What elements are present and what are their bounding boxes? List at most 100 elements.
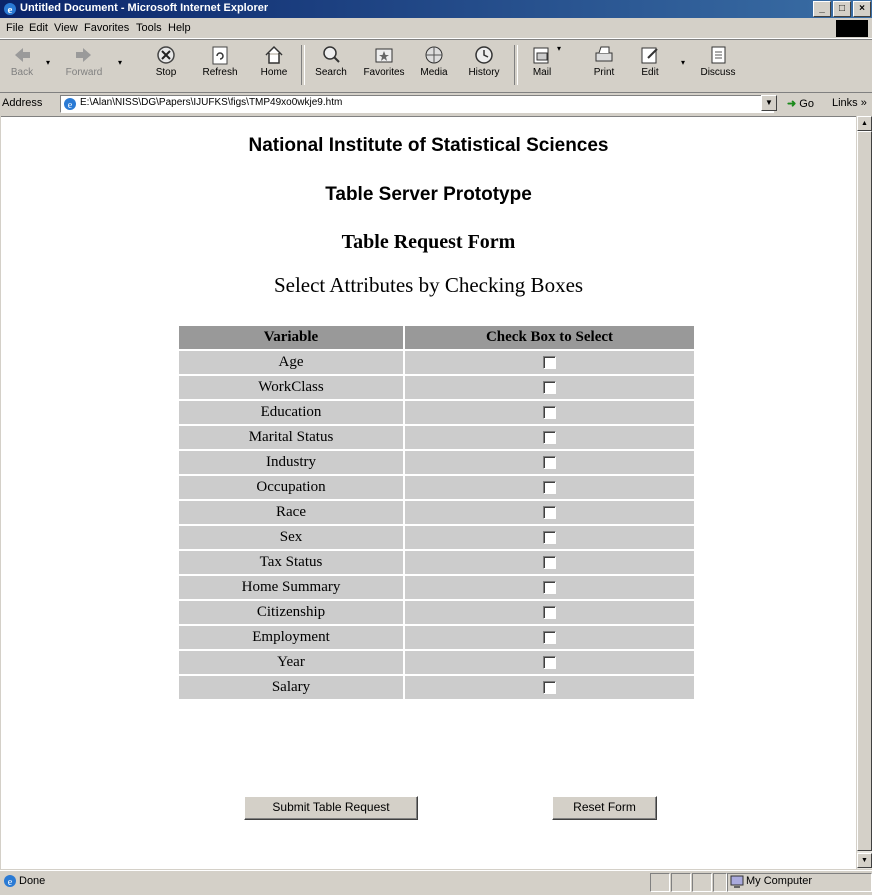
window-title: Untitled Document - Microsoft Internet E…	[20, 2, 269, 14]
forward-button[interactable]: Forward	[56, 42, 112, 88]
variable-name: WorkClass	[179, 376, 403, 399]
ie-icon: e	[4, 3, 16, 16]
checkbox-age[interactable]	[543, 356, 556, 370]
menu-help[interactable]: Help	[168, 22, 191, 34]
windows-logo	[836, 20, 868, 37]
stop-button[interactable]: Stop	[146, 42, 186, 88]
menu-view[interactable]: View	[54, 22, 78, 34]
home-button[interactable]: Home	[254, 42, 294, 88]
page-icon: e	[64, 98, 76, 111]
menu-file[interactable]: File	[6, 22, 24, 34]
checkbox-sex[interactable]	[543, 531, 556, 545]
discuss-button[interactable]: Discuss	[692, 42, 744, 88]
table-row: Occupation	[179, 476, 694, 499]
address-dropdown-icon[interactable]: ▼	[761, 95, 777, 111]
address-url: E:\Alan\NISS\DG\Papers\IJUFKS\figs\TMP49…	[80, 97, 343, 108]
scroll-up-icon[interactable]: ▲	[857, 116, 872, 131]
search-button[interactable]: Search	[308, 42, 354, 88]
variable-name: Salary	[179, 676, 403, 699]
table-row: Tax Status	[179, 551, 694, 574]
variable-name: Tax Status	[179, 551, 403, 574]
print-button[interactable]: Print	[584, 42, 624, 88]
status-bar: e Done My Computer	[0, 870, 872, 895]
menu-tools[interactable]: Tools	[136, 22, 162, 34]
menu-edit[interactable]: Edit	[29, 22, 48, 34]
table-row: Sex	[179, 526, 694, 549]
mail-button[interactable]: Mail	[522, 42, 562, 88]
checkbox-home-summary[interactable]	[543, 581, 556, 595]
address-input[interactable]: e E:\Alan\NISS\DG\Papers\IJUFKS\figs\TMP…	[60, 95, 774, 113]
home-icon	[265, 45, 283, 64]
edit-icon	[641, 47, 658, 64]
media-icon	[425, 46, 443, 64]
table-row: Home Summary	[179, 576, 694, 599]
edit-button[interactable]: Edit	[632, 42, 668, 88]
page-heading-form: Table Request Form	[341, 231, 516, 253]
history-button[interactable]: History	[462, 42, 506, 88]
maximize-button[interactable]: □	[833, 1, 851, 17]
variable-name: Marital Status	[179, 426, 403, 449]
mail-dropdown-icon[interactable]: ▾	[557, 44, 561, 53]
reset-form-button[interactable]: Reset Form	[552, 796, 657, 820]
back-dropdown-icon[interactable]: ▾	[46, 58, 50, 67]
refresh-icon	[212, 46, 228, 65]
checkbox-workclass[interactable]	[543, 381, 556, 395]
edit-dropdown-icon[interactable]: ▾	[681, 58, 685, 67]
go-button[interactable]: ➜ Go	[787, 97, 814, 110]
svg-text:e: e	[8, 4, 13, 16]
media-button[interactable]: Media	[414, 42, 454, 88]
table-row: Year	[179, 651, 694, 674]
title-bar: e Untitled Document - Microsoft Internet…	[0, 0, 872, 18]
checkbox-year[interactable]	[543, 656, 556, 670]
favorites-icon	[375, 48, 393, 63]
search-icon	[323, 46, 340, 63]
variable-name: Employment	[179, 626, 403, 649]
page-content: National Institute of Statistical Scienc…	[1, 116, 856, 869]
checkbox-industry[interactable]	[543, 456, 556, 470]
status-text: Done	[19, 875, 46, 887]
table-row: Marital Status	[179, 426, 694, 449]
forward-dropdown-icon[interactable]: ▾	[118, 58, 122, 67]
variable-name: Occupation	[179, 476, 403, 499]
submit-table-request-button[interactable]: Submit Table Request	[244, 796, 418, 820]
svg-text:e: e	[8, 877, 13, 888]
checkbox-marital-status[interactable]	[543, 431, 556, 445]
checkbox-occupation[interactable]	[543, 481, 556, 495]
menu-favorites[interactable]: Favorites	[84, 22, 129, 34]
checkbox-salary[interactable]	[543, 681, 556, 695]
table-row: Age	[179, 351, 694, 374]
vertical-scrollbar[interactable]: ▲ ▼	[857, 116, 872, 869]
refresh-button[interactable]: Refresh	[196, 42, 244, 88]
links-button[interactable]: Links »	[832, 97, 867, 109]
variable-name: Home Summary	[179, 576, 403, 599]
address-label: Address	[2, 97, 43, 109]
variable-name: Race	[179, 501, 403, 524]
variable-name: Age	[179, 351, 403, 374]
close-button[interactable]: ×	[853, 1, 871, 17]
variable-name: Sex	[179, 526, 403, 549]
checkbox-employment[interactable]	[543, 631, 556, 645]
checkbox-citizenship[interactable]	[543, 606, 556, 620]
favorites-button[interactable]: Favorites	[358, 42, 410, 88]
table-row: Industry	[179, 451, 694, 474]
minimize-button[interactable]: _	[813, 1, 831, 17]
toolbar: Back ▾ Forward ▾ Stop Refresh Home Searc…	[0, 39, 872, 93]
discuss-icon	[711, 46, 726, 64]
checkbox-education[interactable]	[543, 406, 556, 420]
page-heading-instructions: Select Attributes by Checking Boxes	[273, 273, 584, 297]
table-row: Race	[179, 501, 694, 524]
printer-icon	[595, 46, 613, 62]
checkbox-tax-status[interactable]	[543, 556, 556, 570]
my-computer-icon	[730, 875, 744, 888]
table-row: Education	[179, 401, 694, 424]
security-zone: My Computer	[746, 875, 813, 887]
menu-bar: File Edit View Favorites Tools Help	[0, 18, 872, 39]
scroll-thumb[interactable]	[857, 131, 872, 851]
history-icon	[475, 46, 493, 64]
checkbox-race[interactable]	[543, 506, 556, 520]
variable-name: Year	[179, 651, 403, 674]
back-button[interactable]: Back	[2, 42, 42, 88]
svg-text:e: e	[68, 100, 73, 111]
page-done-icon: e	[4, 875, 16, 888]
scroll-down-icon[interactable]: ▼	[857, 853, 872, 868]
